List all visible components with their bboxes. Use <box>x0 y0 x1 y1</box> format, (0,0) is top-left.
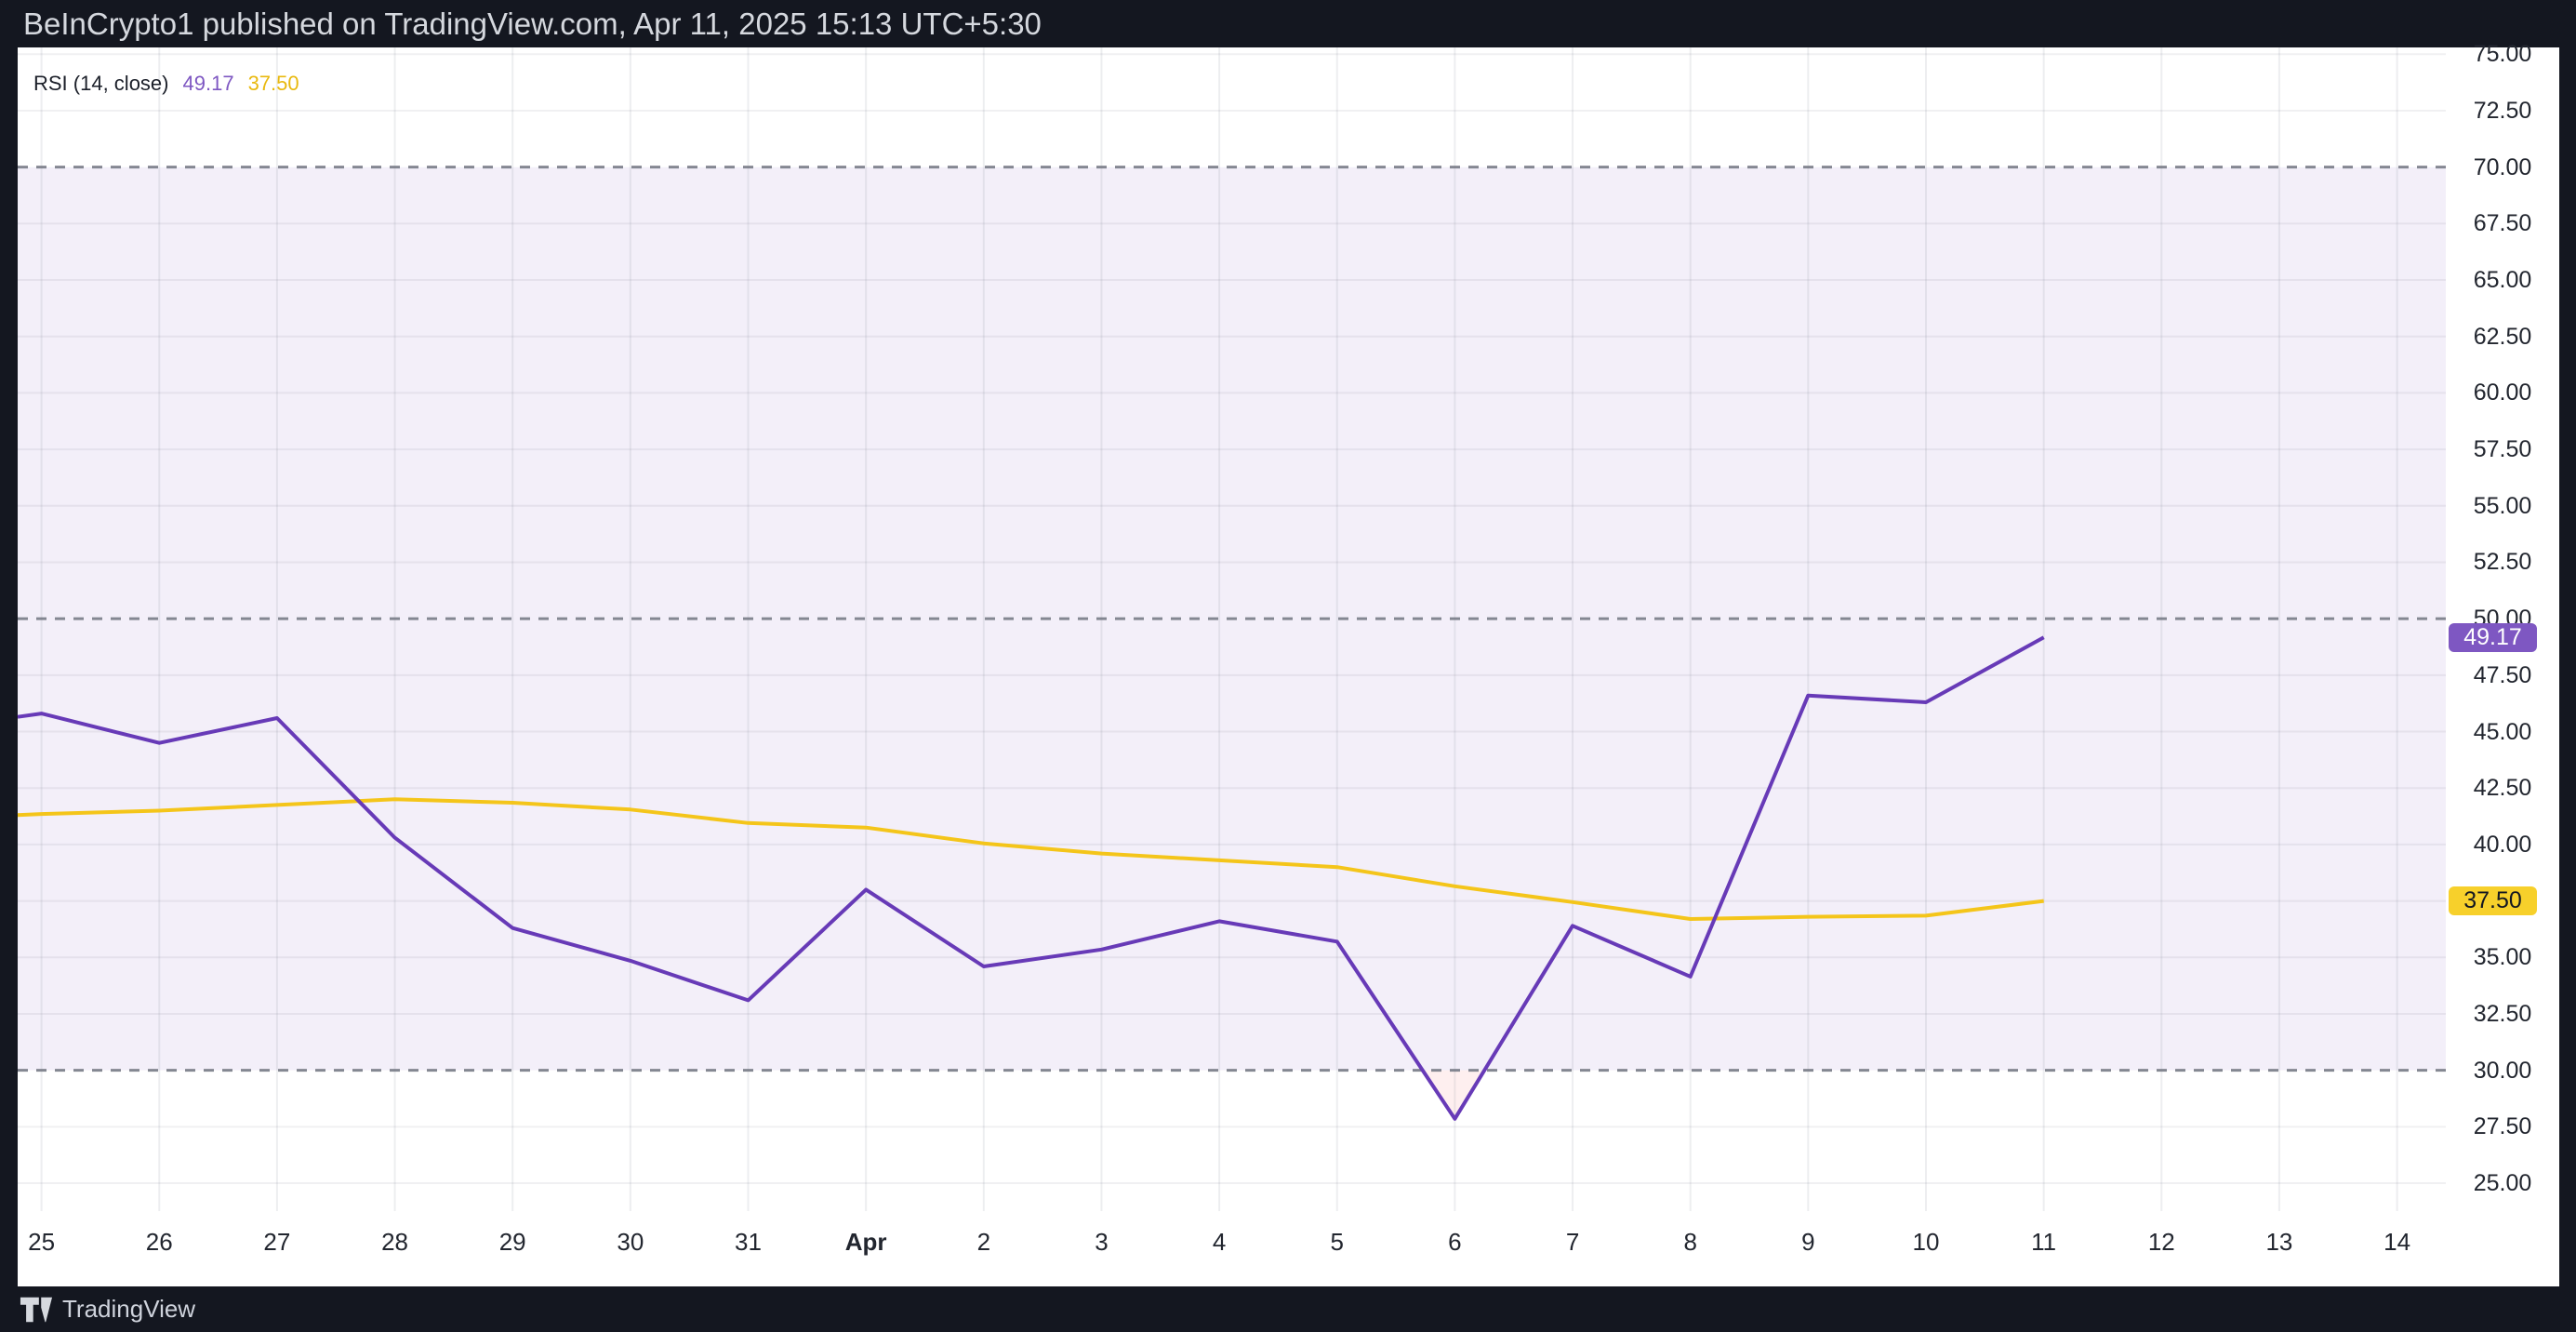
x-axis-label: 14 <box>2356 1228 2439 1256</box>
x-axis-label: 25 <box>0 1228 84 1256</box>
x-axis-label: 30 <box>589 1228 672 1256</box>
ma-value-badge: 37.50 <box>2449 886 2537 915</box>
y-axis-label: 67.50 <box>2446 210 2559 236</box>
x-axis-label: 12 <box>2119 1228 2203 1256</box>
x-axis-label: 6 <box>1413 1228 1496 1256</box>
x-axis-label: Apr <box>824 1228 908 1256</box>
y-axis-label: 70.00 <box>2446 154 2559 180</box>
x-axis-label: 29 <box>471 1228 554 1256</box>
y-axis-label: 45.00 <box>2446 719 2559 745</box>
y-axis-label: 52.50 <box>2446 549 2559 575</box>
x-axis-label: 13 <box>2237 1228 2321 1256</box>
y-axis-label: 30.00 <box>2446 1058 2559 1084</box>
footer-bar: TradingView <box>0 1286 2576 1332</box>
indicator-title[interactable]: RSI (14, close) <box>33 72 169 96</box>
y-axis-label: 55.00 <box>2446 493 2559 519</box>
x-axis-label: 31 <box>707 1228 790 1256</box>
x-axis-label: 27 <box>235 1228 319 1256</box>
y-axis-label: 62.50 <box>2446 324 2559 350</box>
y-axis-label: 65.00 <box>2446 267 2559 293</box>
y-axis-label: 42.50 <box>2446 775 2559 801</box>
y-axis-label: 35.00 <box>2446 944 2559 970</box>
y-axis-label: 32.50 <box>2446 1001 2559 1027</box>
x-axis-label: 3 <box>1059 1228 1143 1256</box>
tradingview-rsi-screenshot: BeInCrypto1 published on TradingView.com… <box>0 0 2576 1332</box>
tradingview-brand-text[interactable]: TradingView <box>62 1295 195 1324</box>
legend-ma-value: 37.50 <box>248 72 299 96</box>
indicator-legend: RSI (14, close) 49.17 37.50 <box>33 72 299 96</box>
y-axis-label: 57.50 <box>2446 436 2559 462</box>
x-axis-label: 8 <box>1649 1228 1733 1256</box>
x-axis-label: 2 <box>942 1228 1026 1256</box>
y-axis-label: 47.50 <box>2446 662 2559 688</box>
x-axis-label: 4 <box>1177 1228 1261 1256</box>
x-axis-label: 7 <box>1531 1228 1614 1256</box>
x-axis-label: 11 <box>2002 1228 2086 1256</box>
y-axis-label: 60.00 <box>2446 380 2559 406</box>
y-axis-label: 27.50 <box>2446 1113 2559 1139</box>
y-axis-label: 75.00 <box>2446 41 2559 67</box>
legend-rsi-value: 49.17 <box>183 72 234 96</box>
x-axis-label: 9 <box>1766 1228 1850 1256</box>
tradingview-logo-icon[interactable] <box>20 1296 53 1324</box>
x-axis-label: 28 <box>353 1228 437 1256</box>
x-axis-label: 5 <box>1295 1228 1379 1256</box>
y-axis-label: 25.00 <box>2446 1170 2559 1196</box>
x-axis-label: 10 <box>1884 1228 1968 1256</box>
x-axis-label: 26 <box>117 1228 201 1256</box>
rsi-chart-canvas[interactable] <box>0 0 2576 1332</box>
y-axis-label: 40.00 <box>2446 832 2559 858</box>
rsi-value-badge: 49.17 <box>2449 623 2537 652</box>
oversold-highlight <box>1423 1071 1485 1119</box>
y-axis-label: 72.50 <box>2446 98 2559 124</box>
